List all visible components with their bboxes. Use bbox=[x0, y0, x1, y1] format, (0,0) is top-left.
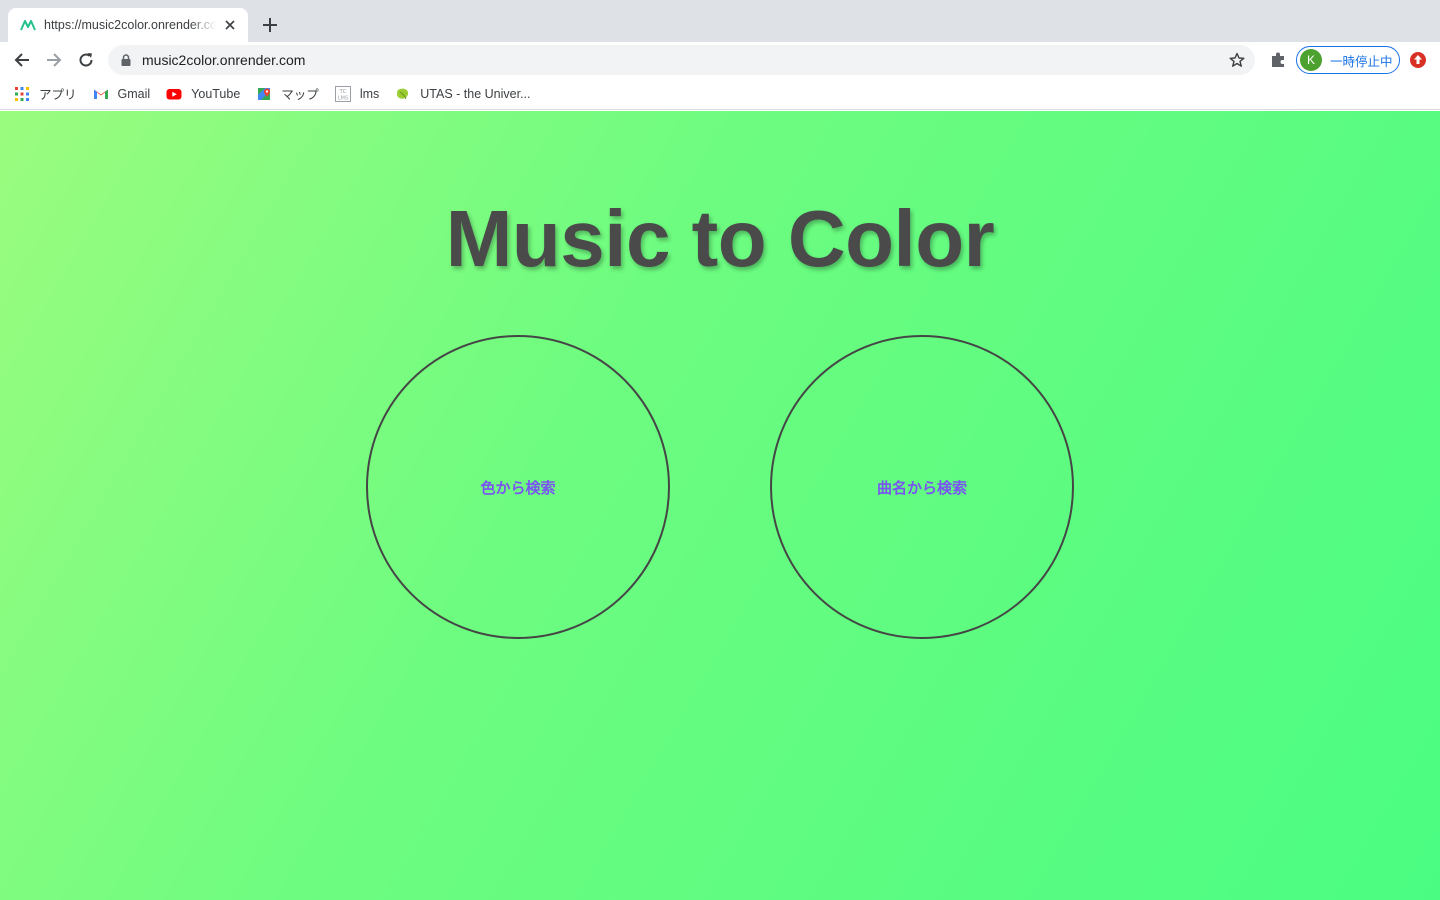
extensions-puzzle-icon[interactable] bbox=[1268, 50, 1288, 70]
gmail-icon bbox=[93, 89, 108, 99]
bookmark-gmail[interactable]: Gmail bbox=[93, 80, 159, 108]
page-title: Music to Color bbox=[445, 194, 995, 283]
update-alert-icon[interactable] bbox=[1409, 51, 1427, 69]
bookmark-star-icon[interactable] bbox=[1229, 52, 1245, 68]
svg-text:LMS: LMS bbox=[338, 95, 348, 101]
bookmark-label: lms bbox=[359, 86, 380, 101]
tab-title: https://music2color.onrender.com bbox=[44, 18, 216, 32]
bookmark-apps[interactable]: アプリ bbox=[14, 80, 85, 108]
bookmark-label: UTAS - the Univer... bbox=[420, 86, 531, 101]
search-by-song-title-button[interactable]: 曲名から検索 bbox=[770, 335, 1074, 639]
page-content: Music to Color 色から検索 曲名から検索 bbox=[0, 111, 1440, 900]
utas-leaf-icon bbox=[397, 88, 409, 99]
browser-toolbar: music2color.onrender.com K 一時停止中 bbox=[0, 42, 1440, 78]
forward-arrow-icon[interactable] bbox=[40, 46, 68, 74]
profile-status-label: 一時停止中 bbox=[1330, 54, 1393, 69]
bookmark-youtube[interactable]: YouTube bbox=[166, 80, 248, 108]
bookmark-utas[interactable]: UTAS - the Univer... bbox=[395, 80, 538, 108]
profile-button[interactable]: K 一時停止中 bbox=[1296, 46, 1400, 74]
search-by-color-label: 色から検索 bbox=[480, 478, 556, 497]
bookmarks-bar: アプリ Gmail YouTube マップ TC LMS lms UTAS - … bbox=[0, 78, 1440, 110]
address-bar[interactable]: music2color.onrender.com bbox=[108, 45, 1255, 75]
reload-icon[interactable] bbox=[72, 46, 100, 74]
search-by-color-button[interactable]: 色から検索 bbox=[366, 335, 670, 639]
bookmark-label: Gmail bbox=[117, 86, 151, 101]
lock-icon bbox=[121, 54, 131, 66]
avatar: K bbox=[1300, 49, 1322, 71]
search-by-song-title-label: 曲名から検索 bbox=[876, 478, 967, 497]
bookmark-lms[interactable]: TC LMS lms bbox=[334, 80, 387, 108]
back-arrow-icon[interactable] bbox=[8, 46, 36, 74]
lms-icon: TC LMS bbox=[334, 85, 351, 102]
youtube-icon bbox=[166, 88, 182, 99]
music2color-favicon bbox=[20, 20, 36, 31]
apps-grid-icon bbox=[15, 86, 29, 101]
plus-icon[interactable] bbox=[258, 13, 282, 37]
bookmark-label: マップ bbox=[281, 88, 319, 102]
browser-tab[interactable]: https://music2color.onrender.com bbox=[8, 8, 248, 42]
tab-strip: https://music2color.onrender.com bbox=[0, 0, 1440, 42]
bookmark-label: アプリ bbox=[39, 88, 77, 102]
close-icon[interactable] bbox=[222, 17, 238, 33]
bookmark-maps[interactable]: マップ bbox=[256, 80, 327, 108]
bookmark-label: YouTube bbox=[191, 86, 241, 101]
address-url: music2color.onrender.com bbox=[142, 52, 306, 68]
maps-icon bbox=[258, 87, 271, 100]
svg-text:TC: TC bbox=[338, 89, 346, 95]
